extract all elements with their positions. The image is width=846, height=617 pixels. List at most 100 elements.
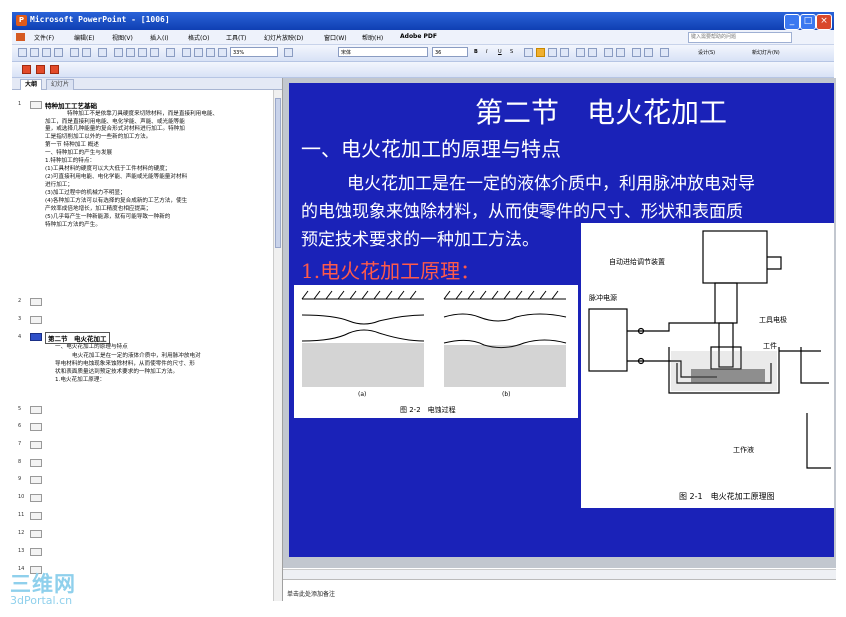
outline-slide-title[interactable]: 特种加工工艺基础 bbox=[45, 100, 97, 110]
menu-tools[interactable]: 工具(T) bbox=[226, 33, 246, 42]
format-painter-icon[interactable] bbox=[150, 48, 159, 57]
tab-slides[interactable]: 幻灯片 bbox=[46, 79, 75, 90]
slide-body-line[interactable]: 电火花加工是在一定的液体介质中，利用脉冲放电对导 bbox=[347, 169, 755, 194]
save-icon[interactable] bbox=[42, 48, 51, 57]
pdf-review-icon[interactable] bbox=[50, 65, 59, 74]
open-icon[interactable] bbox=[30, 48, 39, 57]
align-left-icon[interactable] bbox=[524, 48, 533, 57]
label-tool-electrode: 工具电极 bbox=[759, 316, 787, 324]
tables-borders-icon[interactable] bbox=[206, 48, 215, 57]
figure-label-a: (a) bbox=[358, 391, 367, 398]
slide-icon[interactable] bbox=[30, 530, 42, 538]
menu-adobe-pdf[interactable]: Adobe PDF bbox=[400, 33, 437, 40]
slide-number: 13 bbox=[18, 548, 25, 554]
italic-icon[interactable]: I bbox=[486, 49, 487, 55]
print-preview-icon[interactable] bbox=[82, 48, 91, 57]
slide-body-line[interactable]: 预定技术要求的一种加工方法。 bbox=[301, 225, 539, 250]
outline-line: 一、电火花加工的原理与特点 bbox=[55, 344, 128, 350]
slide-number: 2 bbox=[18, 298, 22, 304]
slide-icon[interactable] bbox=[30, 459, 42, 467]
powerpoint-icon[interactable]: P bbox=[16, 15, 27, 26]
slide-icon[interactable] bbox=[30, 548, 42, 556]
close-icon[interactable]: × bbox=[816, 14, 832, 30]
outline-scrollbar[interactable] bbox=[273, 90, 282, 601]
bold-icon[interactable]: B bbox=[474, 49, 478, 55]
copy-icon[interactable] bbox=[126, 48, 135, 57]
menu-view[interactable]: 视图(V) bbox=[112, 33, 133, 42]
slide-canvas[interactable]: 第二节 电火花加工 一、电火花加工的原理与特点 电火花加工是在一定的液体介质中，… bbox=[289, 83, 834, 557]
outline-line: 1.电火花加工原理： bbox=[55, 377, 106, 383]
outline-slide-title-selected[interactable]: 第二节 电火花加工 bbox=[45, 332, 110, 344]
convert-to-pdf-icon[interactable] bbox=[22, 65, 31, 74]
slide-horizontal-scrollbar[interactable] bbox=[283, 569, 836, 579]
decrease-font-icon[interactable] bbox=[616, 48, 625, 57]
slide-section-heading[interactable]: 1.电火花加工原理： bbox=[301, 255, 480, 284]
slide-body-line[interactable]: 的电蚀现象来蚀除材料，从而使零件的尺寸、形状和表面质 bbox=[301, 197, 743, 222]
document-icon[interactable] bbox=[16, 33, 25, 41]
slide-subtitle[interactable]: 一、电火花加工的原理与特点 bbox=[301, 133, 561, 162]
distributed-icon[interactable] bbox=[560, 48, 569, 57]
font-name-select[interactable]: 宋体 bbox=[338, 47, 428, 57]
slide-number: 4 bbox=[18, 334, 22, 340]
menu-help[interactable]: 帮助(H) bbox=[362, 33, 383, 42]
slide-icon[interactable] bbox=[30, 406, 42, 414]
outline-line: 进行加工； bbox=[45, 182, 73, 188]
new-slide-button[interactable]: 新幻灯片(N) bbox=[752, 49, 780, 56]
print-icon[interactable] bbox=[70, 48, 79, 57]
notes-pane[interactable]: 单击此处添加备注 bbox=[283, 579, 836, 602]
window-title: Microsoft PowerPoint - [1006] bbox=[30, 15, 170, 24]
slide-icon[interactable] bbox=[30, 441, 42, 449]
figure-edm-principle[interactable]: 自动进给调节装置 脉冲电源 工具电极 工件 工作液 图 2-1 电火花加工原理图 bbox=[581, 223, 834, 508]
bullets-icon[interactable] bbox=[588, 48, 597, 57]
spelling-icon[interactable] bbox=[98, 48, 107, 57]
design-button[interactable]: 设计(S) bbox=[698, 49, 715, 56]
cut-icon[interactable] bbox=[114, 48, 123, 57]
undo-icon[interactable] bbox=[166, 48, 175, 57]
slide-title[interactable]: 第二节 电火花加工 bbox=[475, 91, 727, 131]
menu-slideshow[interactable]: 幻灯片放映(D) bbox=[264, 33, 303, 42]
label-workpiece: 工件 bbox=[763, 342, 777, 350]
menu-edit[interactable]: 编辑(E) bbox=[74, 33, 94, 42]
minimize-icon[interactable]: _ bbox=[784, 14, 800, 30]
help-search-input[interactable]: 键入需要帮助的问题 bbox=[688, 32, 792, 43]
slide-icon[interactable] bbox=[30, 494, 42, 502]
menu-format[interactable]: 格式(O) bbox=[188, 33, 209, 42]
menu-insert[interactable]: 插入(I) bbox=[150, 33, 168, 42]
outline-line: 工是指切削加工以外的一些新的加工方法。 bbox=[45, 134, 152, 140]
slide-number: 9 bbox=[18, 476, 22, 482]
paste-icon[interactable] bbox=[138, 48, 147, 57]
slide-icon-selected[interactable] bbox=[30, 333, 42, 341]
align-right-icon[interactable] bbox=[548, 48, 557, 57]
pdf-email-icon[interactable] bbox=[36, 65, 45, 74]
numbering-icon[interactable] bbox=[576, 48, 585, 57]
slide-icon[interactable] bbox=[30, 101, 42, 109]
zoom-select[interactable]: 33% bbox=[230, 47, 278, 57]
slide-icon[interactable] bbox=[30, 316, 42, 324]
insert-chart-icon[interactable] bbox=[182, 48, 191, 57]
slide-icon[interactable] bbox=[30, 423, 42, 431]
insert-table-icon[interactable] bbox=[194, 48, 203, 57]
menu-file[interactable]: 文件(F) bbox=[34, 33, 54, 42]
maximize-icon[interactable]: □ bbox=[800, 14, 816, 30]
slide-icon[interactable] bbox=[30, 298, 42, 306]
decrease-indent-icon[interactable] bbox=[632, 48, 641, 57]
figure-erosion-process[interactable]: (a) (b) 图 2-2 电蚀过程 bbox=[294, 285, 578, 418]
align-center-icon[interactable] bbox=[536, 48, 545, 57]
shadow-icon[interactable]: S bbox=[510, 49, 513, 55]
tab-outline[interactable]: 大纲 bbox=[20, 79, 43, 90]
insert-hyperlink-icon[interactable] bbox=[218, 48, 227, 57]
slide-icon[interactable] bbox=[30, 512, 42, 520]
menu-window[interactable]: 窗口(W) bbox=[324, 33, 347, 42]
help-icon[interactable] bbox=[284, 48, 293, 57]
permission-icon[interactable] bbox=[54, 48, 63, 57]
notes-placeholder[interactable]: 单击此处添加备注 bbox=[287, 589, 335, 598]
increase-font-icon[interactable] bbox=[604, 48, 613, 57]
font-color-icon[interactable] bbox=[660, 48, 669, 57]
font-size-select[interactable]: 36 bbox=[432, 47, 468, 57]
scrollbar-thumb[interactable] bbox=[275, 98, 281, 248]
new-icon[interactable] bbox=[18, 48, 27, 57]
increase-indent-icon[interactable] bbox=[644, 48, 653, 57]
underline-icon[interactable]: U bbox=[498, 49, 502, 55]
outline-line: (3)加工过程中的机械力不明显； bbox=[45, 190, 126, 196]
slide-icon[interactable] bbox=[30, 476, 42, 484]
